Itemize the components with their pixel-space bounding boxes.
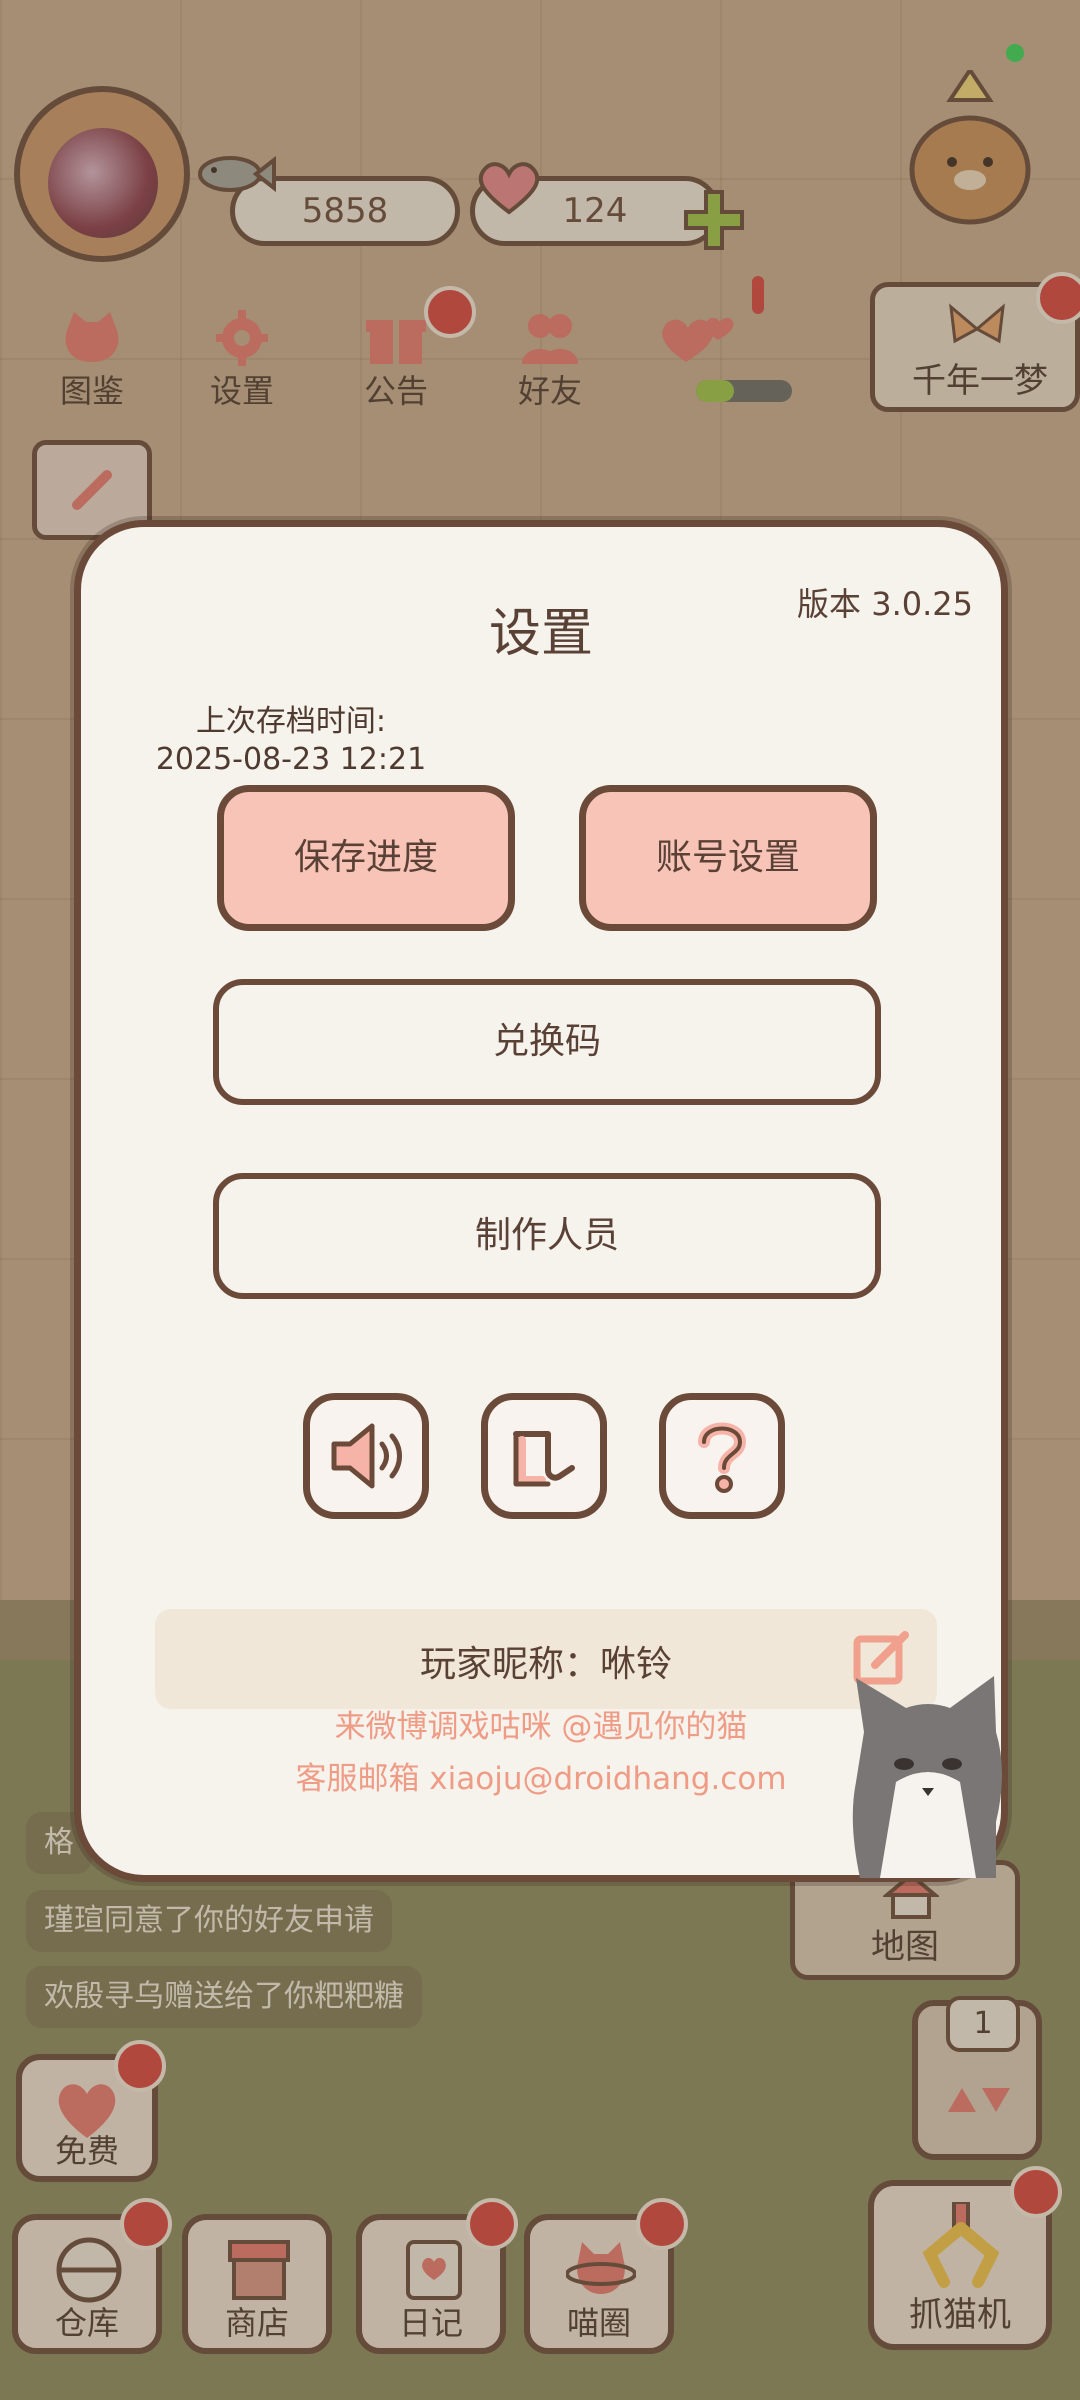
- music-toggle-button[interactable]: [481, 1393, 607, 1519]
- save-progress-button[interactable]: 保存进度: [217, 785, 515, 931]
- music-icon: [513, 1431, 575, 1487]
- help-icon: [698, 1422, 747, 1493]
- nickname-field: 玩家昵称：咻铃: [155, 1609, 937, 1709]
- last-save-time: 2025-08-23 12:21: [155, 742, 427, 777]
- redeem-code-button[interactable]: 兑换码: [213, 979, 881, 1105]
- nickname-text: 玩家昵称：咻铃: [419, 1644, 672, 1685]
- cat-photo: [852, 1676, 1002, 1878]
- last-save-label: 上次存档时间:: [195, 704, 387, 739]
- version-label: 版本 3.0.25: [797, 585, 973, 623]
- help-button[interactable]: [659, 1393, 785, 1519]
- speaker-icon: [331, 1423, 402, 1489]
- account-settings-button[interactable]: 账号设置: [579, 785, 877, 931]
- sound-toggle-button[interactable]: [303, 1393, 429, 1519]
- credits-button[interactable]: 制作人员: [213, 1173, 881, 1299]
